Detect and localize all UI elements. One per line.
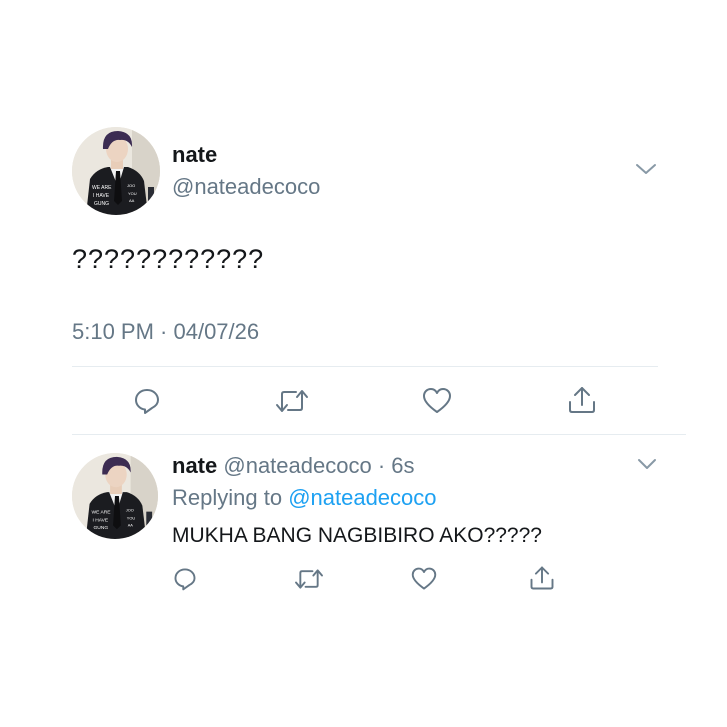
share-icon[interactable] (528, 564, 556, 592)
shirt-text-2: I HAVE (93, 193, 110, 199)
reply-display-name[interactable]: nate (172, 453, 217, 478)
display-name[interactable]: nate (172, 142, 217, 168)
reply-header: nate @nateadecoco · 6s (172, 453, 415, 479)
shirt-text-3: GUNG (94, 201, 109, 207)
retweet-icon[interactable] (274, 386, 310, 416)
replying-to: Replying to @nateadecoco (172, 485, 437, 511)
reply-handle[interactable]: @nateadecoco (223, 453, 371, 478)
shirt-text-1: WE ARE (92, 185, 112, 191)
replying-mention-link[interactable]: @nateadecoco (288, 485, 436, 510)
shirt-text-3: GUNG (94, 525, 109, 531)
shirt-text-4: JOO (126, 508, 134, 513)
chevron-down-icon[interactable] (634, 160, 658, 178)
shirt-text-6: AA (128, 522, 134, 527)
replying-prefix: Replying to (172, 485, 289, 510)
share-icon[interactable] (566, 384, 598, 416)
reply-separator: · (371, 453, 392, 478)
reply-icon[interactable] (132, 386, 162, 416)
shirt-text-5: YOU (128, 191, 137, 196)
tweet-timestamp[interactable]: 5:10 PM · 04/07/26 (72, 319, 259, 345)
retweet-icon[interactable] (293, 566, 325, 592)
reply-age: 6s (391, 453, 415, 478)
shirt-text-4: JOO (127, 183, 135, 188)
heart-icon[interactable] (421, 386, 453, 416)
divider (72, 434, 686, 435)
reply-icon[interactable] (172, 566, 198, 592)
avatar-photo: WE ARE I HAVE GUNG JOO YOU AA (72, 453, 158, 539)
tweet-text: ???????????? (72, 244, 265, 274)
heart-icon[interactable] (410, 566, 438, 592)
shirt-text-6: AA (129, 198, 135, 203)
shirt-text-2: I HAVE (93, 517, 109, 523)
avatar[interactable]: WE ARE I HAVE GUNG JOO YOU AA (72, 127, 160, 215)
chevron-down-icon[interactable] (636, 456, 658, 472)
handle[interactable]: @nateadecoco (172, 174, 320, 200)
reply-text: MUKHA BANG NAGBIBIRO AKO????? (172, 524, 542, 547)
avatar-photo: WE ARE I HAVE GUNG JOO YOU AA (72, 127, 160, 215)
shirt-text-5: YOU (127, 515, 136, 520)
reply-avatar[interactable]: WE ARE I HAVE GUNG JOO YOU AA (72, 453, 158, 539)
divider (72, 366, 658, 367)
shirt-text-1: WE ARE (92, 510, 112, 516)
